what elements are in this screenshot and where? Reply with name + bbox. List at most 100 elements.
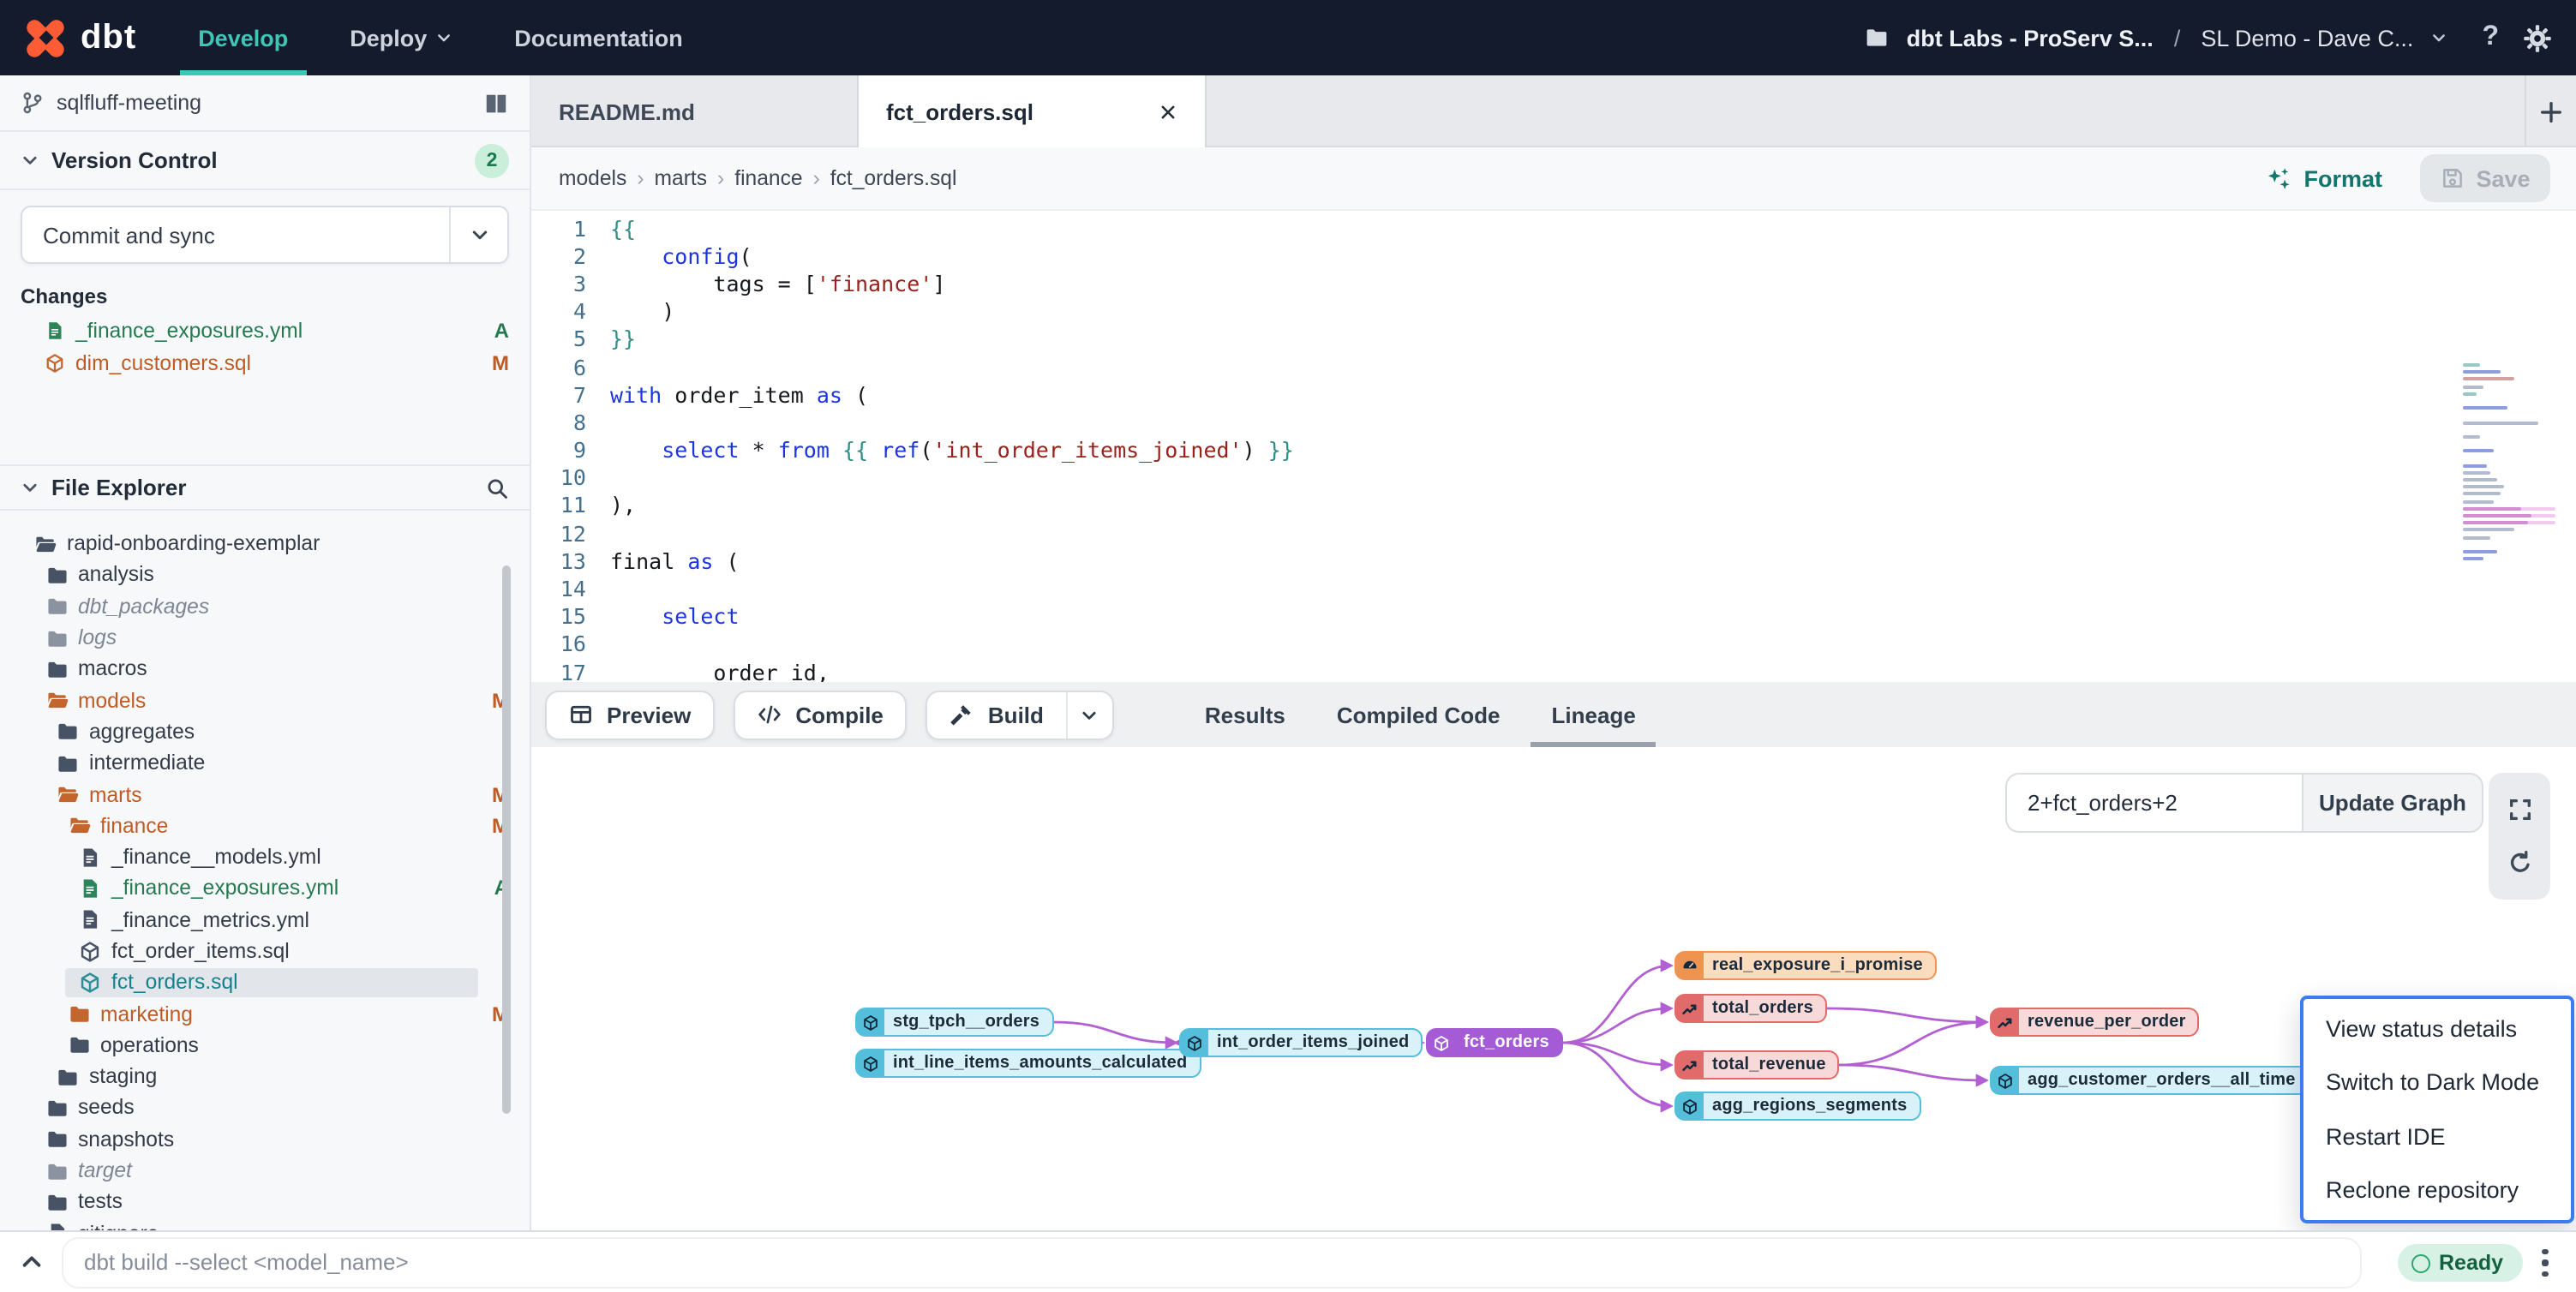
nav-item-develop[interactable]: Develop — [198, 0, 288, 75]
chevron-down-icon[interactable] — [2430, 29, 2447, 46]
build-button[interactable]: Build — [926, 690, 1114, 739]
breadcrumb-separator: › — [717, 166, 724, 190]
git-branch-selector[interactable]: sqlfluff-meeting — [0, 75, 530, 132]
lineage-node-real_exposure_i_promise[interactable]: real_exposure_i_promise — [1674, 951, 1937, 980]
status-badge[interactable]: Ready — [2398, 1244, 2522, 1282]
version-control-header[interactable]: Version Control 2 — [0, 132, 530, 190]
line-number: 6 — [531, 354, 586, 380]
lineage-panel: Update Graph stg_tpch__ordersint_line_it… — [531, 747, 2576, 1230]
tree-item-staging[interactable]: staging — [0, 1061, 530, 1092]
metric-icon — [1676, 1052, 1704, 1078]
menu-item-restart-ide[interactable]: Restart IDE — [2303, 1110, 2571, 1163]
file-explorer-header[interactable]: File Explorer — [0, 464, 530, 511]
close-icon[interactable] — [1159, 102, 1177, 121]
nav-item-documentation[interactable]: Documentation — [514, 0, 683, 75]
environment-name[interactable]: SL Demo - Dave C... — [2201, 25, 2413, 51]
commit-options-chevron[interactable] — [449, 207, 507, 262]
line-number: 3 — [531, 271, 586, 296]
lineage-node-total_revenue[interactable]: total_revenue — [1674, 1050, 1840, 1080]
lineage-node-int_order_items_joined[interactable]: int_order_items_joined — [1179, 1028, 1423, 1057]
minimap-line — [2463, 478, 2555, 482]
compile-button[interactable]: Compile — [734, 690, 908, 739]
menu-item-switch-to-dark-mode[interactable]: Switch to Dark Mode — [2303, 1056, 2571, 1110]
tree-item-operations[interactable]: operations — [0, 1030, 530, 1062]
lineage-node-stg_tpch__orders[interactable]: stg_tpch__orders — [855, 1008, 1053, 1037]
tree-item-intermediate[interactable]: intermediate — [0, 747, 530, 779]
tree-item-tests[interactable]: tests — [0, 1186, 530, 1217]
gear-icon[interactable] — [2523, 23, 2552, 52]
code-text: with order_item as ( — [586, 381, 868, 407]
tree-item--finance-exposures-yml[interactable]: _finance_exposures.ymlA — [0, 873, 530, 905]
tree-item-label: _finance__models.yml — [111, 845, 321, 869]
kebab-menu-icon[interactable] — [2523, 1232, 2567, 1292]
tree-item-target[interactable]: target — [0, 1155, 530, 1187]
tree-item-aggregates[interactable]: aggregates — [0, 716, 530, 748]
tree-item-seeds[interactable]: seeds — [0, 1092, 530, 1124]
new-tab-button[interactable] — [2525, 75, 2576, 147]
lineage-node-total_orders[interactable]: total_orders — [1674, 994, 1827, 1023]
lineage-node-int_line_items_amounts_calculated[interactable]: int_line_items_amounts_calculated — [855, 1049, 1201, 1078]
format-button[interactable]: Format — [2266, 165, 2382, 191]
node-label: fct_orders — [1455, 1033, 1561, 1052]
tree-item-dbt-packages[interactable]: dbt_packages — [0, 590, 530, 622]
tree-item-fct-order-items-sql[interactable]: fct_order_items.sql — [0, 936, 530, 967]
breadcrumb-file[interactable]: fct_orders.sql — [830, 166, 957, 190]
breadcrumb-marts[interactable]: marts — [655, 166, 708, 190]
sidebar-scrollbar[interactable] — [502, 565, 511, 1114]
tree-item-analysis[interactable]: analysis — [0, 559, 530, 591]
tree-item-logs[interactable]: logs — [0, 622, 530, 654]
lineage-node-revenue_per_order[interactable]: revenue_per_order — [1990, 1008, 2200, 1037]
lineage-node-agg_customer_orders__all_time[interactable]: agg_customer_orders__all_time — [1990, 1066, 2309, 1095]
breadcrumb-finance[interactable]: finance — [734, 166, 802, 190]
tree-item-rapid-onboarding-exemplar[interactable]: rapid-onboarding-exemplar — [0, 528, 530, 559]
tree-item-macros[interactable]: macros — [0, 653, 530, 685]
code-line: 12 — [531, 519, 2576, 547]
tab-results[interactable]: Results — [1205, 682, 1285, 747]
build-options-chevron[interactable] — [1066, 691, 1112, 738]
dbt-logo[interactable]: dbt — [24, 16, 136, 59]
tab-fct-orders[interactable]: fct_orders.sql — [859, 75, 1207, 147]
line-number: 13 — [531, 548, 586, 574]
project-name[interactable]: dbt Labs - ProServ S... — [1907, 25, 2154, 51]
minimap-line — [2463, 450, 2555, 453]
hammer-icon — [950, 703, 974, 727]
nav-item-deploy[interactable]: Deploy — [350, 0, 452, 75]
change-item[interactable]: dim_customers.sqlM — [0, 346, 530, 379]
line-number: 12 — [531, 520, 586, 546]
line-number: 8 — [531, 410, 586, 435]
chevron-up-icon[interactable] — [0, 1249, 62, 1275]
tree-item-marketing[interactable]: marketingM — [0, 998, 530, 1030]
lineage-node-fct_orders[interactable]: fct_orders — [1426, 1028, 1563, 1057]
breadcrumb-models[interactable]: models — [559, 166, 626, 190]
docs-book-icon[interactable] — [483, 90, 509, 116]
minimap-line — [2463, 414, 2555, 417]
dbt-command-input[interactable] — [62, 1236, 2362, 1288]
tree-item-finance[interactable]: financeM — [0, 810, 530, 841]
search-icon[interactable] — [485, 476, 509, 499]
commit-and-sync-button[interactable]: Commit and sync — [21, 206, 509, 264]
minimap-line — [2463, 399, 2555, 403]
tab-readme[interactable]: README.md — [531, 75, 859, 147]
editor-minimap[interactable] — [2463, 363, 2555, 565]
minimap-line — [2463, 378, 2555, 381]
tree-item-models[interactable]: modelsM — [0, 685, 530, 716]
menu-item-reclone-repository[interactable]: Reclone repository — [2303, 1163, 2571, 1217]
save-button[interactable]: Save — [2420, 154, 2550, 202]
cube-icon — [1428, 1030, 1455, 1056]
preview-button[interactable]: Preview — [545, 690, 715, 739]
change-item[interactable]: _finance_exposures.ymlA — [0, 314, 530, 346]
code-editor[interactable]: 1{{2 config(3 tags = ['finance']4 )5}}67… — [531, 211, 2576, 682]
tree-item-marts[interactable]: martsM — [0, 779, 530, 810]
folder-icon — [57, 1065, 79, 1087]
menu-item-view-status-details[interactable]: View status details — [2303, 1002, 2571, 1056]
tree-item--finance-metrics-yml[interactable]: _finance_metrics.yml — [0, 904, 530, 936]
help-icon[interactable]: ? — [2482, 22, 2499, 53]
tree-item--finance-models-yml[interactable]: _finance__models.yml — [0, 841, 530, 873]
tree-item-fct-orders-sql[interactable]: fct_orders.sql — [0, 966, 530, 998]
tree-item-snapshots[interactable]: snapshots — [0, 1123, 530, 1155]
chevron-down-icon — [21, 478, 39, 497]
tab-compiled-code[interactable]: Compiled Code — [1337, 682, 1501, 747]
lineage-node-agg_regions_segments[interactable]: agg_regions_segments — [1674, 1092, 1920, 1121]
code-line: 8 — [531, 409, 2576, 436]
tab-lineage[interactable]: Lineage — [1552, 682, 1636, 747]
